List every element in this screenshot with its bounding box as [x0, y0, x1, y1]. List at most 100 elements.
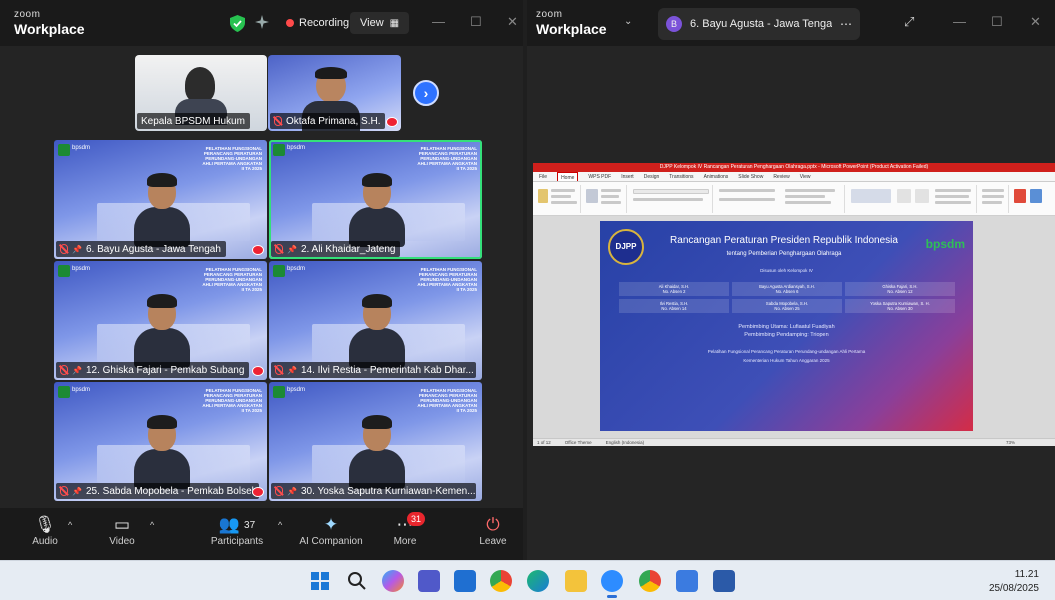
- participants-icon: 👥: [218, 515, 241, 534]
- ppt-tab[interactable]: Design: [644, 172, 660, 181]
- slide-subtitle: tentang Pemberian Penghargaan Olahraga: [726, 251, 842, 257]
- minimize-icon[interactable]: —: [432, 14, 445, 29]
- copilot-icon[interactable]: [382, 570, 404, 592]
- video-button[interactable]: ▭ Video: [104, 514, 140, 547]
- mic-muted-icon: [60, 486, 68, 496]
- video-camera-icon: ▭: [113, 515, 131, 534]
- slide-mentor-main: Pembimbing Utama: Lufiaatul Fuadiyah: [738, 324, 835, 330]
- tile-banner: PELATIHAN FUNGSIONAL PERANCANG PERATURAN…: [417, 388, 477, 413]
- strip-tile-host[interactable]: Kepala BPSDM Hukum: [135, 55, 267, 131]
- store-icon[interactable]: [454, 570, 476, 592]
- bpsdm-logo: bpsdm: [925, 237, 965, 251]
- ribbon-editing-group: [979, 185, 1009, 213]
- slide-footer-1: Pelatihan Fungsional Perancang Peraturan…: [707, 349, 866, 354]
- ppt-tab[interactable]: Slide Show: [738, 172, 763, 181]
- notepad-icon[interactable]: [676, 570, 698, 592]
- close-icon[interactable]: ✕: [1030, 14, 1041, 30]
- chrome-icon[interactable]: [490, 570, 512, 592]
- microphone-icon: 🎙: [34, 515, 56, 534]
- teams-icon[interactable]: [418, 570, 440, 592]
- start-windows-icon[interactable]: [309, 570, 331, 592]
- participants-options-caret-icon[interactable]: ^: [278, 520, 282, 530]
- bpsdm-logo-icon: [273, 144, 285, 156]
- zoom-taskbar-icon[interactable]: [601, 570, 623, 598]
- chevron-down-icon[interactable]: ⌄: [624, 16, 632, 27]
- close-icon[interactable]: ✕: [507, 14, 518, 30]
- tile-logo-text: bpsdm: [72, 266, 91, 272]
- participants-button[interactable]: 👥 37 Participants: [206, 514, 268, 547]
- next-page-button[interactable]: ›: [413, 80, 439, 106]
- participant-tile[interactable]: bpsdm PELATIHAN FUNGSIONAL PERANCANG PERA…: [54, 261, 267, 380]
- mic-muted-icon: [275, 486, 283, 496]
- participant-tile[interactable]: bpsdm PELATIHAN FUNGSIONAL PERANCANG PERA…: [54, 382, 267, 501]
- chrome-profile-icon[interactable]: [639, 570, 661, 592]
- mic-muted-icon: [60, 244, 68, 254]
- shared-screen[interactable]: DJPP Kelompok IV Rancangan Peraturan Pen…: [533, 163, 1055, 446]
- slide[interactable]: DJPP bpsdm Rancangan Peraturan Presiden …: [600, 221, 973, 431]
- ribbon-drawing-group: [847, 185, 977, 213]
- slide-title: Rancangan Peraturan Presiden Republik In…: [670, 235, 898, 246]
- participant-tile[interactable]: bpsdm PELATIHAN FUNGSIONAL PERANCANG PERA…: [269, 382, 482, 501]
- ppt-tab[interactable]: WPS PDF: [588, 172, 611, 181]
- audio-options-caret-icon[interactable]: ^: [68, 520, 72, 530]
- more-badge: 31: [407, 512, 425, 526]
- pin-icon: 📌: [72, 365, 82, 375]
- ribbon-wps-pdf-group: [1011, 185, 1047, 213]
- participant-name: 📌 25. Sabda Mopobela - Pemkab Bolsel: [56, 483, 259, 499]
- ppt-tab[interactable]: View: [800, 172, 811, 181]
- ppt-tab[interactable]: File: [539, 172, 547, 181]
- tile-logo-text: bpsdm: [287, 145, 306, 151]
- recording-indicator[interactable]: Recording: [278, 12, 357, 34]
- djpp-logo: DJPP: [608, 229, 644, 265]
- member-cell: Sabda Mopobela, S.H. No. Absen 25: [732, 299, 842, 313]
- word-icon[interactable]: [713, 570, 735, 592]
- participant-name: 📌 12. Ghiska Fajari - Pemkab Subang: [56, 362, 250, 378]
- strip-tile-oktafa[interactable]: Oktafa Primana, S.H.: [268, 55, 401, 131]
- ppt-tab[interactable]: Transitions: [669, 172, 693, 181]
- ppt-slide-canvas: DJPP bpsdm Rancangan Peraturan Presiden …: [533, 216, 1055, 438]
- ppt-ribbon: [533, 182, 1055, 216]
- recording-badge-icon: [252, 366, 264, 376]
- ppt-tab[interactable]: Review: [773, 172, 789, 181]
- video-options-caret-icon[interactable]: ^: [150, 520, 154, 530]
- mic-muted-icon: [275, 365, 283, 375]
- maximize-icon[interactable]: ☐: [470, 14, 482, 30]
- system-clock[interactable]: 11.21 25/08/2025: [989, 568, 1039, 596]
- more-options-icon[interactable]: ⋯: [840, 17, 852, 31]
- zoom-logo: zoom Workplace: [14, 9, 85, 37]
- ppt-tab[interactable]: Home: [557, 172, 579, 181]
- gallery-grid: bpsdm PELATIHAN FUNGSIONAL PERANCANG PERA…: [54, 140, 482, 501]
- expand-icon[interactable]: ⤢: [904, 14, 914, 30]
- ppt-tab[interactable]: Animations: [704, 172, 729, 181]
- meeting-top-bar: zoom Workplace Recording View ▦ — ☐ ✕: [0, 0, 523, 46]
- leave-button[interactable]: ⏻ Leave: [476, 514, 510, 547]
- search-icon[interactable]: [346, 570, 368, 592]
- view-button[interactable]: View ▦: [350, 12, 410, 34]
- more-button[interactable]: ⋯ More 31: [388, 512, 425, 547]
- zoom-logo: zoom Workplace: [536, 9, 607, 37]
- tile-banner: PELATIHAN FUNGSIONAL PERANCANG PERATURAN…: [417, 267, 477, 292]
- ppt-tab[interactable]: Insert: [621, 172, 634, 181]
- ppt-status-bar: 1 of 12 Office Theme English (Indonesia)…: [533, 438, 1055, 446]
- participant-tile[interactable]: bpsdm PELATIHAN FUNGSIONAL PERANCANG PERA…: [269, 140, 482, 259]
- encryption-shield-icon[interactable]: [230, 15, 245, 32]
- ai-companion-button[interactable]: ✦ AI Companion: [296, 514, 366, 547]
- audio-button[interactable]: 🎙 Audio: [28, 514, 62, 547]
- file-explorer-icon[interactable]: [565, 570, 587, 592]
- slide-mentor-second: Pembimbing Pendamping: Triopen: [744, 332, 829, 338]
- participant-name: 📌 30. Yoska Saputra Kurniawan-Kemen...: [271, 483, 476, 499]
- tile-banner: PELATIHAN FUNGSIONAL PERANCANG PERATURAN…: [202, 146, 262, 171]
- pin-icon: 📌: [287, 365, 297, 375]
- bpsdm-logo-icon: [273, 265, 285, 277]
- mic-muted-icon: [60, 365, 68, 375]
- ai-sparkle-icon[interactable]: [254, 14, 270, 30]
- avatar: B: [666, 16, 682, 32]
- participant-tile[interactable]: bpsdm PELATIHAN FUNGSIONAL PERANCANG PERA…: [269, 261, 482, 380]
- participant-tile[interactable]: bpsdm PELATIHAN FUNGSIONAL PERANCANG PERA…: [54, 140, 267, 259]
- edge-icon[interactable]: [527, 570, 549, 592]
- maximize-icon[interactable]: ☐: [991, 14, 1003, 30]
- pin-icon: 📌: [287, 244, 297, 254]
- pin-icon: 📌: [72, 244, 82, 254]
- share-tab[interactable]: B 6. Bayu Agusta - Jawa Tengah's sc ⋯: [658, 8, 860, 40]
- minimize-icon[interactable]: —: [953, 14, 966, 29]
